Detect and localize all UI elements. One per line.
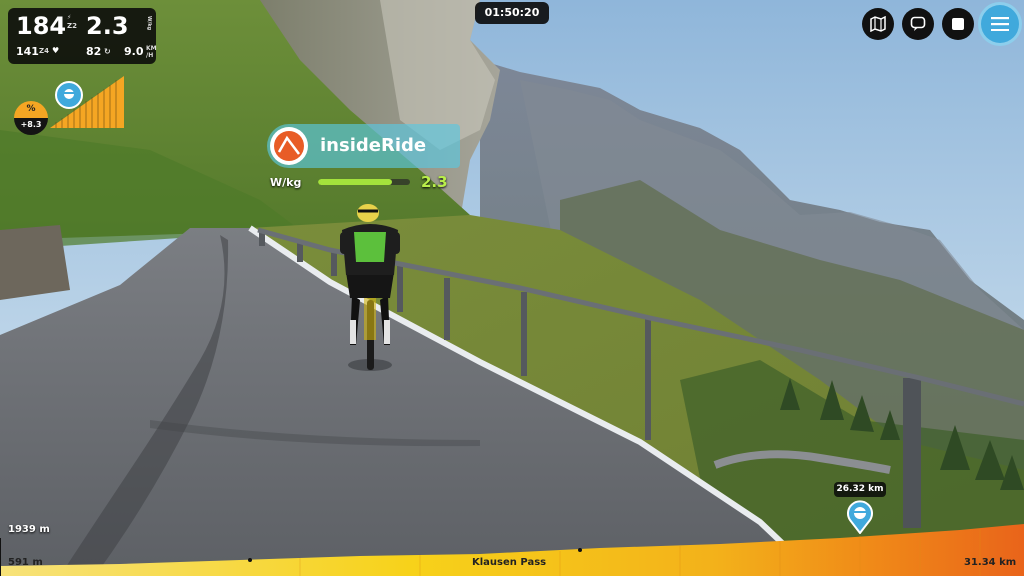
wkg-value: 2.3 <box>86 12 129 40</box>
wkg-bar-label: W/kg <box>270 176 302 189</box>
hr-zone: Z4 <box>39 47 49 55</box>
segment-name: Klausen Pass <box>472 557 547 568</box>
elapsed-timer: 01:50:20 <box>475 2 549 24</box>
elevation-min-label: 591 m <box>8 557 43 568</box>
power-value: 184 <box>16 12 67 40</box>
distance-bubble: 26.32 km <box>834 482 886 497</box>
wkg-progress-fill <box>318 179 392 185</box>
map-icon <box>870 16 886 32</box>
grade-symbol: % <box>26 104 36 114</box>
stop-button[interactable] <box>942 8 974 40</box>
insideride-logo-icon <box>270 127 308 165</box>
heart-icon: ♥ <box>52 46 60 55</box>
speed-unit-top: KM <box>146 45 157 52</box>
speed-unit-bottom: /H <box>146 52 154 59</box>
grade-badge: % +8.3 <box>14 101 48 135</box>
power-zone: Z2 <box>67 22 77 30</box>
cadence-icon: ↻ <box>104 47 111 56</box>
rider-position-icon <box>55 81 83 109</box>
elevation-max-label: 1939 m <box>8 524 50 535</box>
stats-panel: 184 ⚡ Z2 2.3 W/kg 141 Z4 ♥ 82 ↻ 9.0 KM /… <box>8 8 157 64</box>
map-button[interactable] <box>862 8 894 40</box>
menu-icon <box>991 17 1009 31</box>
speed-value: 9.0 <box>124 45 144 58</box>
cadence-value: 82 <box>86 45 102 58</box>
stop-icon <box>952 18 964 30</box>
grade-value: +8.3 <box>20 120 42 129</box>
sponsor-brand-text: insideRide <box>320 135 427 156</box>
chat-button[interactable] <box>902 8 934 40</box>
sponsor-banner: insideRide <box>267 124 460 168</box>
chat-icon <box>910 16 926 31</box>
wkg-progress-bar <box>318 179 410 185</box>
total-distance: 31.34 km <box>964 557 1017 568</box>
heart-rate-value: 141 <box>16 45 39 58</box>
wkg-bar-value: 2.3 <box>421 173 448 191</box>
elevation-profile <box>0 524 1024 576</box>
power-unit-icon: ⚡ <box>67 14 72 21</box>
menu-button[interactable] <box>978 2 1022 46</box>
wkg-unit: W/kg <box>146 16 152 31</box>
